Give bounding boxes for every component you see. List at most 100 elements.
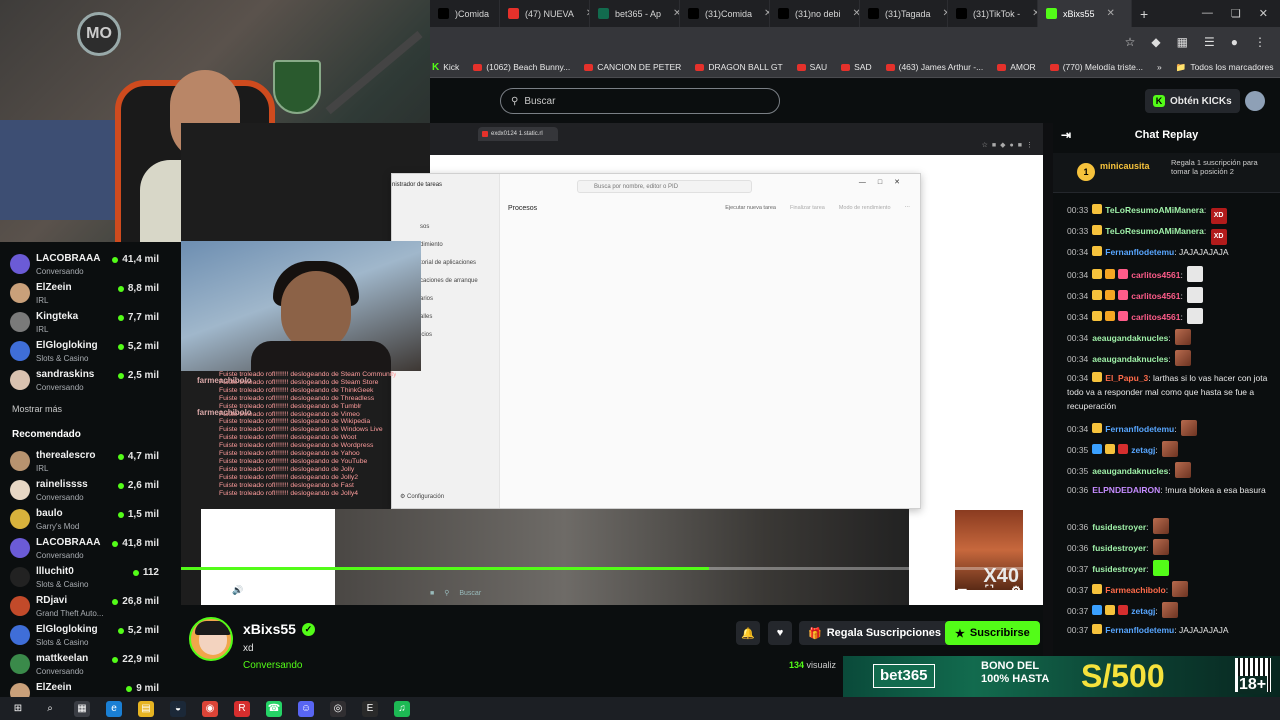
bookmark-item[interactable]: DRAGON BALL GT: [695, 62, 783, 72]
menu-kebab-icon[interactable]: ⋮: [1254, 35, 1266, 49]
bookmark-item[interactable]: K Kick: [432, 62, 459, 73]
browser-tab[interactable]: (31)Comida✕: [680, 0, 770, 27]
all-bookmarks-link[interactable]: 📁 Todos los marcadores: [1176, 62, 1280, 73]
chat-username[interactable]: Fernanflodetemu: [1105, 424, 1174, 434]
browser-tab[interactable]: )Comida✕: [430, 0, 500, 27]
follow-heart-button[interactable]: ♥: [768, 621, 792, 645]
collapse-chat-icon[interactable]: ⇥: [1061, 123, 1071, 147]
extension-icon[interactable]: ◆: [1151, 35, 1160, 49]
get-kicks-button[interactable]: K Obtén KICKs: [1145, 89, 1240, 113]
spotify-icon[interactable]: ♫: [394, 700, 410, 717]
sidebar-channel[interactable]: LACOBRAAA Conversando 41,8 mil: [10, 534, 175, 563]
obs-icon[interactable]: ◎: [330, 700, 346, 717]
chat-username[interactable]: Fernanflodetemu: [1105, 625, 1174, 635]
steam-icon[interactable]: ◒: [170, 700, 186, 717]
new-tab-icon[interactable]: +: [1132, 0, 1156, 27]
user-avatar[interactable]: [1245, 91, 1265, 111]
chat-username[interactable]: zetagj: [1131, 445, 1155, 455]
sidebar-channel[interactable]: ElZeein IRL 8,8 mil: [10, 279, 175, 308]
chat-message: 00:37 zetagj:: [1067, 602, 1277, 618]
browser-tab[interactable]: xBixs55 ✕: [1038, 0, 1132, 27]
chrome-icon[interactable]: ◉: [202, 700, 218, 717]
chat-username[interactable]: carlitos4561: [1131, 291, 1180, 301]
sidebar-channel[interactable]: rainelissss Conversando 2,6 mil: [10, 476, 175, 505]
chat-username[interactable]: TeLoResumoAMiManera: [1105, 205, 1204, 215]
edge-icon[interactable]: e: [106, 700, 122, 717]
chat-username[interactable]: zetagj: [1131, 606, 1155, 616]
sidebar-channel[interactable]: LACOBRAAA Conversando 41,4 mil: [10, 250, 175, 279]
miniplayer-icon[interactable]: ▣: [929, 584, 939, 597]
chat-username[interactable]: carlitos4561: [1131, 312, 1180, 322]
sidebar-channel[interactable]: therealescro IRL 4,7 mil: [10, 447, 175, 476]
leader-username[interactable]: minicausita: [1100, 161, 1150, 171]
close-window-icon[interactable]: ✕: [1259, 7, 1268, 20]
kick-coin-icon: K: [1153, 95, 1165, 107]
bookmark-item[interactable]: SAU: [796, 62, 827, 72]
whatsapp-icon[interactable]: ☎: [266, 700, 282, 717]
subscribe-button[interactable]: ★ Suscribirse: [945, 621, 1040, 645]
discord-icon[interactable]: ☺: [298, 700, 314, 717]
chat-username[interactable]: fusidestroyer: [1092, 543, 1146, 553]
bookmark-item[interactable]: SAD: [841, 62, 872, 72]
sidebar-channel[interactable]: RDjavi Grand Theft Auto... 26,8 mil: [10, 592, 175, 621]
stream-category[interactable]: Conversando: [243, 660, 302, 671]
star-bookmark-icon[interactable]: ☆: [1125, 35, 1136, 49]
sidebar-channel[interactable]: mattkeelan Conversando 22,9 mil: [10, 650, 175, 679]
channel-avatar[interactable]: [189, 617, 233, 661]
bet365-ad-banner[interactable]: bet365 BONO DEL 100% HASTA S/500 18+: [843, 656, 1280, 697]
bookmark-item[interactable]: (1062) Beach Bunny...: [473, 62, 570, 72]
puzzle-extensions-icon[interactable]: ▦: [1177, 35, 1188, 49]
channel-name[interactable]: xBixs55 ✓: [243, 621, 315, 637]
browser-tab[interactable]: bet365 - Ap ✕: [590, 0, 680, 27]
sidebar-channel[interactable]: Kingteka IRL 7,7 mil: [10, 308, 175, 337]
bookmark-item[interactable]: CANCION DE PETER: [584, 62, 681, 72]
sidebar-channel[interactable]: ElGlogloking Slots & Casino 5,2 mil: [10, 621, 175, 650]
restore-icon[interactable]: ❏: [1231, 7, 1241, 20]
chat-username[interactable]: aeaugandaknucles: [1092, 466, 1168, 476]
file-explorer-icon[interactable]: ▤: [138, 700, 154, 717]
media-controls-icon[interactable]: ☰: [1204, 35, 1215, 49]
chat-username[interactable]: Fernanflodetemu: [1105, 247, 1174, 257]
settings-icon[interactable]: ⚙: [1011, 584, 1021, 597]
chat-username[interactable]: aeaugandaknucles: [1092, 333, 1168, 343]
gift-subs-button[interactable]: 🎁 Regala Suscripciones: [799, 621, 951, 645]
bookmark-item[interactable]: (770) Melodía triste...: [1049, 62, 1143, 72]
notification-bell-button[interactable]: 🔔: [736, 621, 760, 645]
chat-username[interactable]: Farmeachibolo: [1105, 585, 1165, 595]
bookmark-item[interactable]: (463) James Arthur -...: [885, 62, 983, 72]
chat-username[interactable]: ELPNDEDAIRON: [1092, 485, 1160, 495]
more-bookmarks-icon[interactable]: »: [1157, 62, 1162, 72]
chat-username[interactable]: aeaugandaknucles: [1092, 354, 1168, 364]
epic-icon[interactable]: E: [362, 700, 378, 717]
search-icon[interactable]: ⌕: [42, 700, 58, 717]
close-tab-icon[interactable]: ✕: [673, 8, 679, 19]
browser-tab[interactable]: (31)no debi ✕: [770, 0, 860, 27]
chat-username[interactable]: fusidestroyer: [1092, 564, 1146, 574]
windows-icon[interactable]: ⊞: [10, 700, 26, 717]
rockstar-icon[interactable]: R: [234, 700, 250, 717]
profile-icon[interactable]: ●: [1231, 35, 1238, 49]
video-progress-bar[interactable]: [181, 567, 1043, 570]
sidebar-channel[interactable]: ElGlogloking Slots & Casino 5,2 mil: [10, 337, 175, 366]
browser-tab[interactable]: (47) NUEVA✕: [500, 0, 590, 27]
bookmark-item[interactable]: AMOR: [997, 62, 1036, 72]
close-tab-icon[interactable]: ✕: [1107, 8, 1115, 19]
sidebar-channel[interactable]: baulo Garry's Mod 1,5 mil: [10, 505, 175, 534]
browser-tab[interactable]: (31)TikTok -✕: [948, 0, 1038, 27]
chat-username[interactable]: carlitos4561: [1131, 270, 1180, 280]
minimize-icon[interactable]: —: [1202, 7, 1213, 20]
chat-username[interactable]: TeLoResumoAMiManera: [1105, 226, 1204, 236]
theater-mode-icon[interactable]: ▭: [957, 584, 967, 597]
chat-username[interactable]: El_Papu_3: [1105, 373, 1148, 383]
close-tab-icon[interactable]: ✕: [853, 8, 859, 19]
search-input[interactable]: ⚲ Buscar: [500, 88, 780, 114]
show-more-link[interactable]: Mostrar más: [12, 404, 62, 414]
fullscreen-icon[interactable]: ⛶: [985, 584, 993, 597]
sidebar-channel[interactable]: sandraskins Conversando 2,5 mil: [10, 366, 175, 395]
chat-username[interactable]: fusidestroyer: [1092, 522, 1146, 532]
pause-icon[interactable]: ❚❚: [203, 585, 218, 596]
calculator-icon[interactable]: ▦: [74, 700, 90, 717]
browser-tab[interactable]: (31)Tagada✕: [860, 0, 948, 27]
sidebar-channel[interactable]: llluchit0 Slots & Casino 112: [10, 563, 175, 592]
volume-icon[interactable]: 🔊: [232, 585, 243, 596]
